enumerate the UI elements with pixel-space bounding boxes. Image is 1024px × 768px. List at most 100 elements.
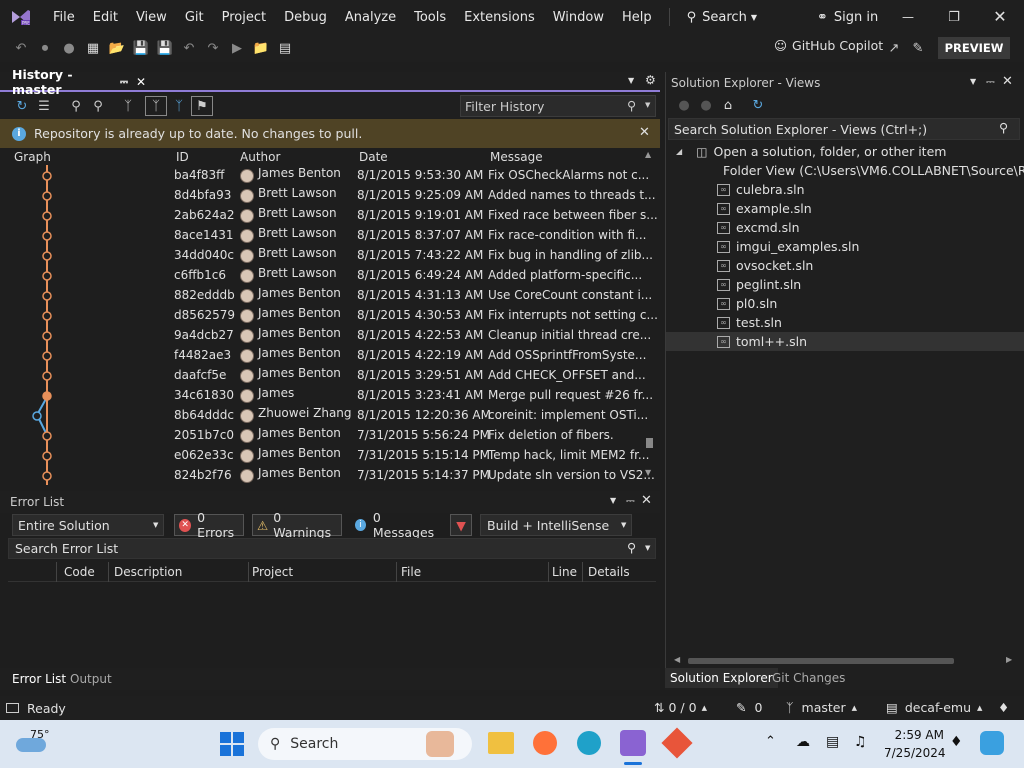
history-row[interactable]: d8562579 James Benton 8/1/2015 4:30:53 AM F… <box>0 305 658 325</box>
column-header-date[interactable]: Date <box>359 150 388 164</box>
pin-icon[interactable]: ⎓ <box>626 494 635 508</box>
column-header-file[interactable]: File <box>401 565 421 579</box>
show-hidden-icons-chevron-icon[interactable]: ⌃ <box>765 734 776 749</box>
edits-status[interactable]: ✎ 0 <box>736 700 762 715</box>
nav-circle-icon[interactable]: ● <box>58 38 80 58</box>
filter-toggle-button[interactable]: ▼ <box>450 514 472 536</box>
remote-branch-icon[interactable]: ᛉ <box>168 96 190 116</box>
menu-project[interactable]: Project <box>213 0 275 34</box>
menu-help[interactable]: Help <box>613 0 661 34</box>
tag-icon[interactable]: ⚑ <box>191 96 213 116</box>
history-row[interactable]: c6ffb1c6 Brett Lawson 8/1/2015 6:49:24 AM A… <box>0 265 645 285</box>
list-icon[interactable]: ☰ <box>33 96 55 116</box>
new-project-icon[interactable]: ▦ <box>82 38 104 58</box>
column-header-details[interactable]: Details <box>588 565 630 579</box>
solution-explorer-hscrollbar[interactable]: ◀ ▶ <box>674 655 1014 666</box>
tree-item-solution[interactable]: ∞ peglint.sln <box>666 275 1024 294</box>
restore-button[interactable]: ❐ <box>944 8 964 26</box>
history-row[interactable]: 34dd040c Brett Lawson 8/1/2015 7:43:22 AM F… <box>0 245 653 265</box>
build-filter-dropdown[interactable]: Build + IntelliSense ▼ <box>480 514 632 536</box>
scroll-left-icon[interactable]: ◀ <box>674 655 680 664</box>
history-row[interactable]: 2051b7c0 James Benton 7/31/2015 5:56:24 PM… <box>0 425 645 445</box>
refresh-icon[interactable]: ↻ <box>747 95 769 115</box>
close-icon[interactable]: ✕ <box>136 75 146 89</box>
history-row[interactable]: e062e33c James Benton 7/31/2015 5:15:14 PM… <box>0 445 649 465</box>
tree-item-solution[interactable]: ∞ imgui_examples.sln <box>666 237 1024 256</box>
errors-filter-button[interactable]: ✕ 0 Errors <box>174 510 244 540</box>
scroll-up-icon[interactable]: ▲ <box>645 150 651 159</box>
undo-icon[interactable]: ↶ <box>178 38 200 58</box>
search-error-list-input[interactable]: Search Error List ⚲ ▼ <box>8 538 656 559</box>
edge-icon[interactable] <box>577 731 601 755</box>
menu-debug[interactable]: Debug <box>275 0 336 34</box>
clock[interactable]: 2:59 AM 7/25/2024 <box>884 726 946 762</box>
column-header-author[interactable]: Author <box>240 150 280 164</box>
sign-in-button[interactable]: ⚭ Sign in <box>808 0 887 34</box>
menu-edit[interactable]: Edit <box>84 0 127 34</box>
chevron-down-icon[interactable]: ▼ <box>970 77 976 86</box>
tree-item-solution[interactable]: ∞ pl0.sln <box>666 294 1024 313</box>
history-scrollbar[interactable]: ▲ ▼ <box>645 150 655 482</box>
history-row[interactable]: daafcf5e James Benton 8/1/2015 3:29:51 AM A… <box>0 365 646 385</box>
open-file-icon[interactable]: 📁 <box>250 38 272 58</box>
git-icon[interactable] <box>661 727 693 759</box>
tree-item-solution[interactable]: ∞ example.sln <box>666 199 1024 218</box>
file-explorer-icon[interactable] <box>488 732 514 754</box>
menu-window[interactable]: Window <box>544 0 613 34</box>
history-row[interactable]: 8ace1431 Brett Lawson 8/1/2015 8:37:07 AM F… <box>0 225 646 245</box>
start-button[interactable] <box>220 732 244 756</box>
column-header-project[interactable]: Project <box>252 565 293 579</box>
menu-git[interactable]: Git <box>176 0 213 34</box>
tree-item-solution[interactable]: ∞ excmd.sln <box>666 218 1024 237</box>
firefox-icon[interactable] <box>533 731 557 755</box>
menu-analyze[interactable]: Analyze <box>336 0 405 34</box>
solution-explorer-search-input[interactable]: Search Solution Explorer - Views (Ctrl+;… <box>668 118 1020 140</box>
back-icon[interactable]: ↶ <box>10 38 32 58</box>
filter-history-input[interactable]: Filter History ⚲ ▼ <box>460 95 656 117</box>
column-header-graph[interactable]: Graph <box>14 150 51 164</box>
taskbar-search[interactable]: ⚲ Search <box>258 728 472 760</box>
history-row[interactable]: 8d4bfa93 Brett Lawson 8/1/2015 9:25:09 AM A… <box>0 185 656 205</box>
tree-item-solution[interactable]: ∞ culebra.sln <box>666 180 1024 199</box>
search-menu[interactable]: ⚲ Search ▼ <box>678 0 766 34</box>
network-icon[interactable]: ☁ <box>796 734 810 750</box>
notification-bell-icon[interactable]: ♦ <box>998 700 1009 715</box>
pin-icon[interactable]: ⎓ <box>986 75 995 89</box>
copilot-taskbar-icon[interactable] <box>980 731 1004 755</box>
save-all-icon[interactable]: 💾 <box>154 38 176 58</box>
tab-git-changes[interactable]: Git Changes <box>772 671 845 685</box>
tab-history[interactable]: History - master ⎓ ✕ <box>6 67 146 97</box>
column-header-line[interactable]: Line <box>552 565 577 579</box>
pin-icon[interactable]: ⎓ <box>120 77 128 88</box>
history-row[interactable]: 2ab624a2 Brett Lawson 8/1/2015 9:19:01 AM F… <box>0 205 658 225</box>
save-icon[interactable]: 💾 <box>130 38 152 58</box>
history-row[interactable]: 34c61830 James 8/1/2015 3:23:41 AM Merge pu… <box>0 385 653 405</box>
notifications-bell-icon[interactable]: ♦ <box>950 734 963 750</box>
close-icon[interactable]: ✕ <box>641 493 652 508</box>
home-icon[interactable]: ⌂ <box>717 95 739 115</box>
volume-icon[interactable]: ♫ <box>854 734 867 750</box>
tab-solution-explorer[interactable]: Solution Explorer <box>665 668 778 688</box>
github-copilot-button[interactable]: ☺ GitHub Copilot <box>774 38 883 53</box>
history-row[interactable]: 824b2f76 James Benton 7/31/2015 5:14:37 PM… <box>0 465 655 485</box>
layout-icon[interactable]: ▤ <box>274 38 296 58</box>
open-folder-icon[interactable]: 📂 <box>106 38 128 58</box>
sync-status[interactable]: ⇅ 0 / 0 ▲ <box>654 700 707 715</box>
visual-studio-taskbar-icon[interactable] <box>620 730 646 756</box>
scope-dropdown[interactable]: Entire Solution ▼ <box>12 514 164 536</box>
history-row[interactable]: ba4f83ff James Benton 8/1/2015 9:53:30 AM F… <box>0 165 649 185</box>
scroll-down-icon[interactable]: ▼ <box>645 468 651 477</box>
history-row[interactable]: 8b64dddc Zhuowei Zhang 8/1/2015 12:20:36 A… <box>0 405 648 425</box>
repo-status[interactable]: ▤ decaf-emu ▲ <box>886 700 982 715</box>
tree-item-solution[interactable]: ∞ toml++.sln <box>666 332 1024 351</box>
menu-extensions[interactable]: Extensions <box>455 0 544 34</box>
tree-root[interactable]: ◢ ◫ Open a solution, folder, or other it… <box>666 142 1024 161</box>
column-header-id[interactable]: ID <box>176 150 189 164</box>
tree-item-folder-view[interactable]: Folder View (C:\Users\VM6.COLLABNET\Sour… <box>666 161 1024 180</box>
tab-output[interactable]: Output <box>70 672 112 686</box>
menu-file[interactable]: File <box>44 0 84 34</box>
share-icon[interactable]: ↗ <box>883 38 905 58</box>
tab-error-list[interactable]: Error List <box>12 672 66 686</box>
tree-item-solution[interactable]: ∞ ovsocket.sln <box>666 256 1024 275</box>
close-icon[interactable]: ✕ <box>639 125 650 140</box>
